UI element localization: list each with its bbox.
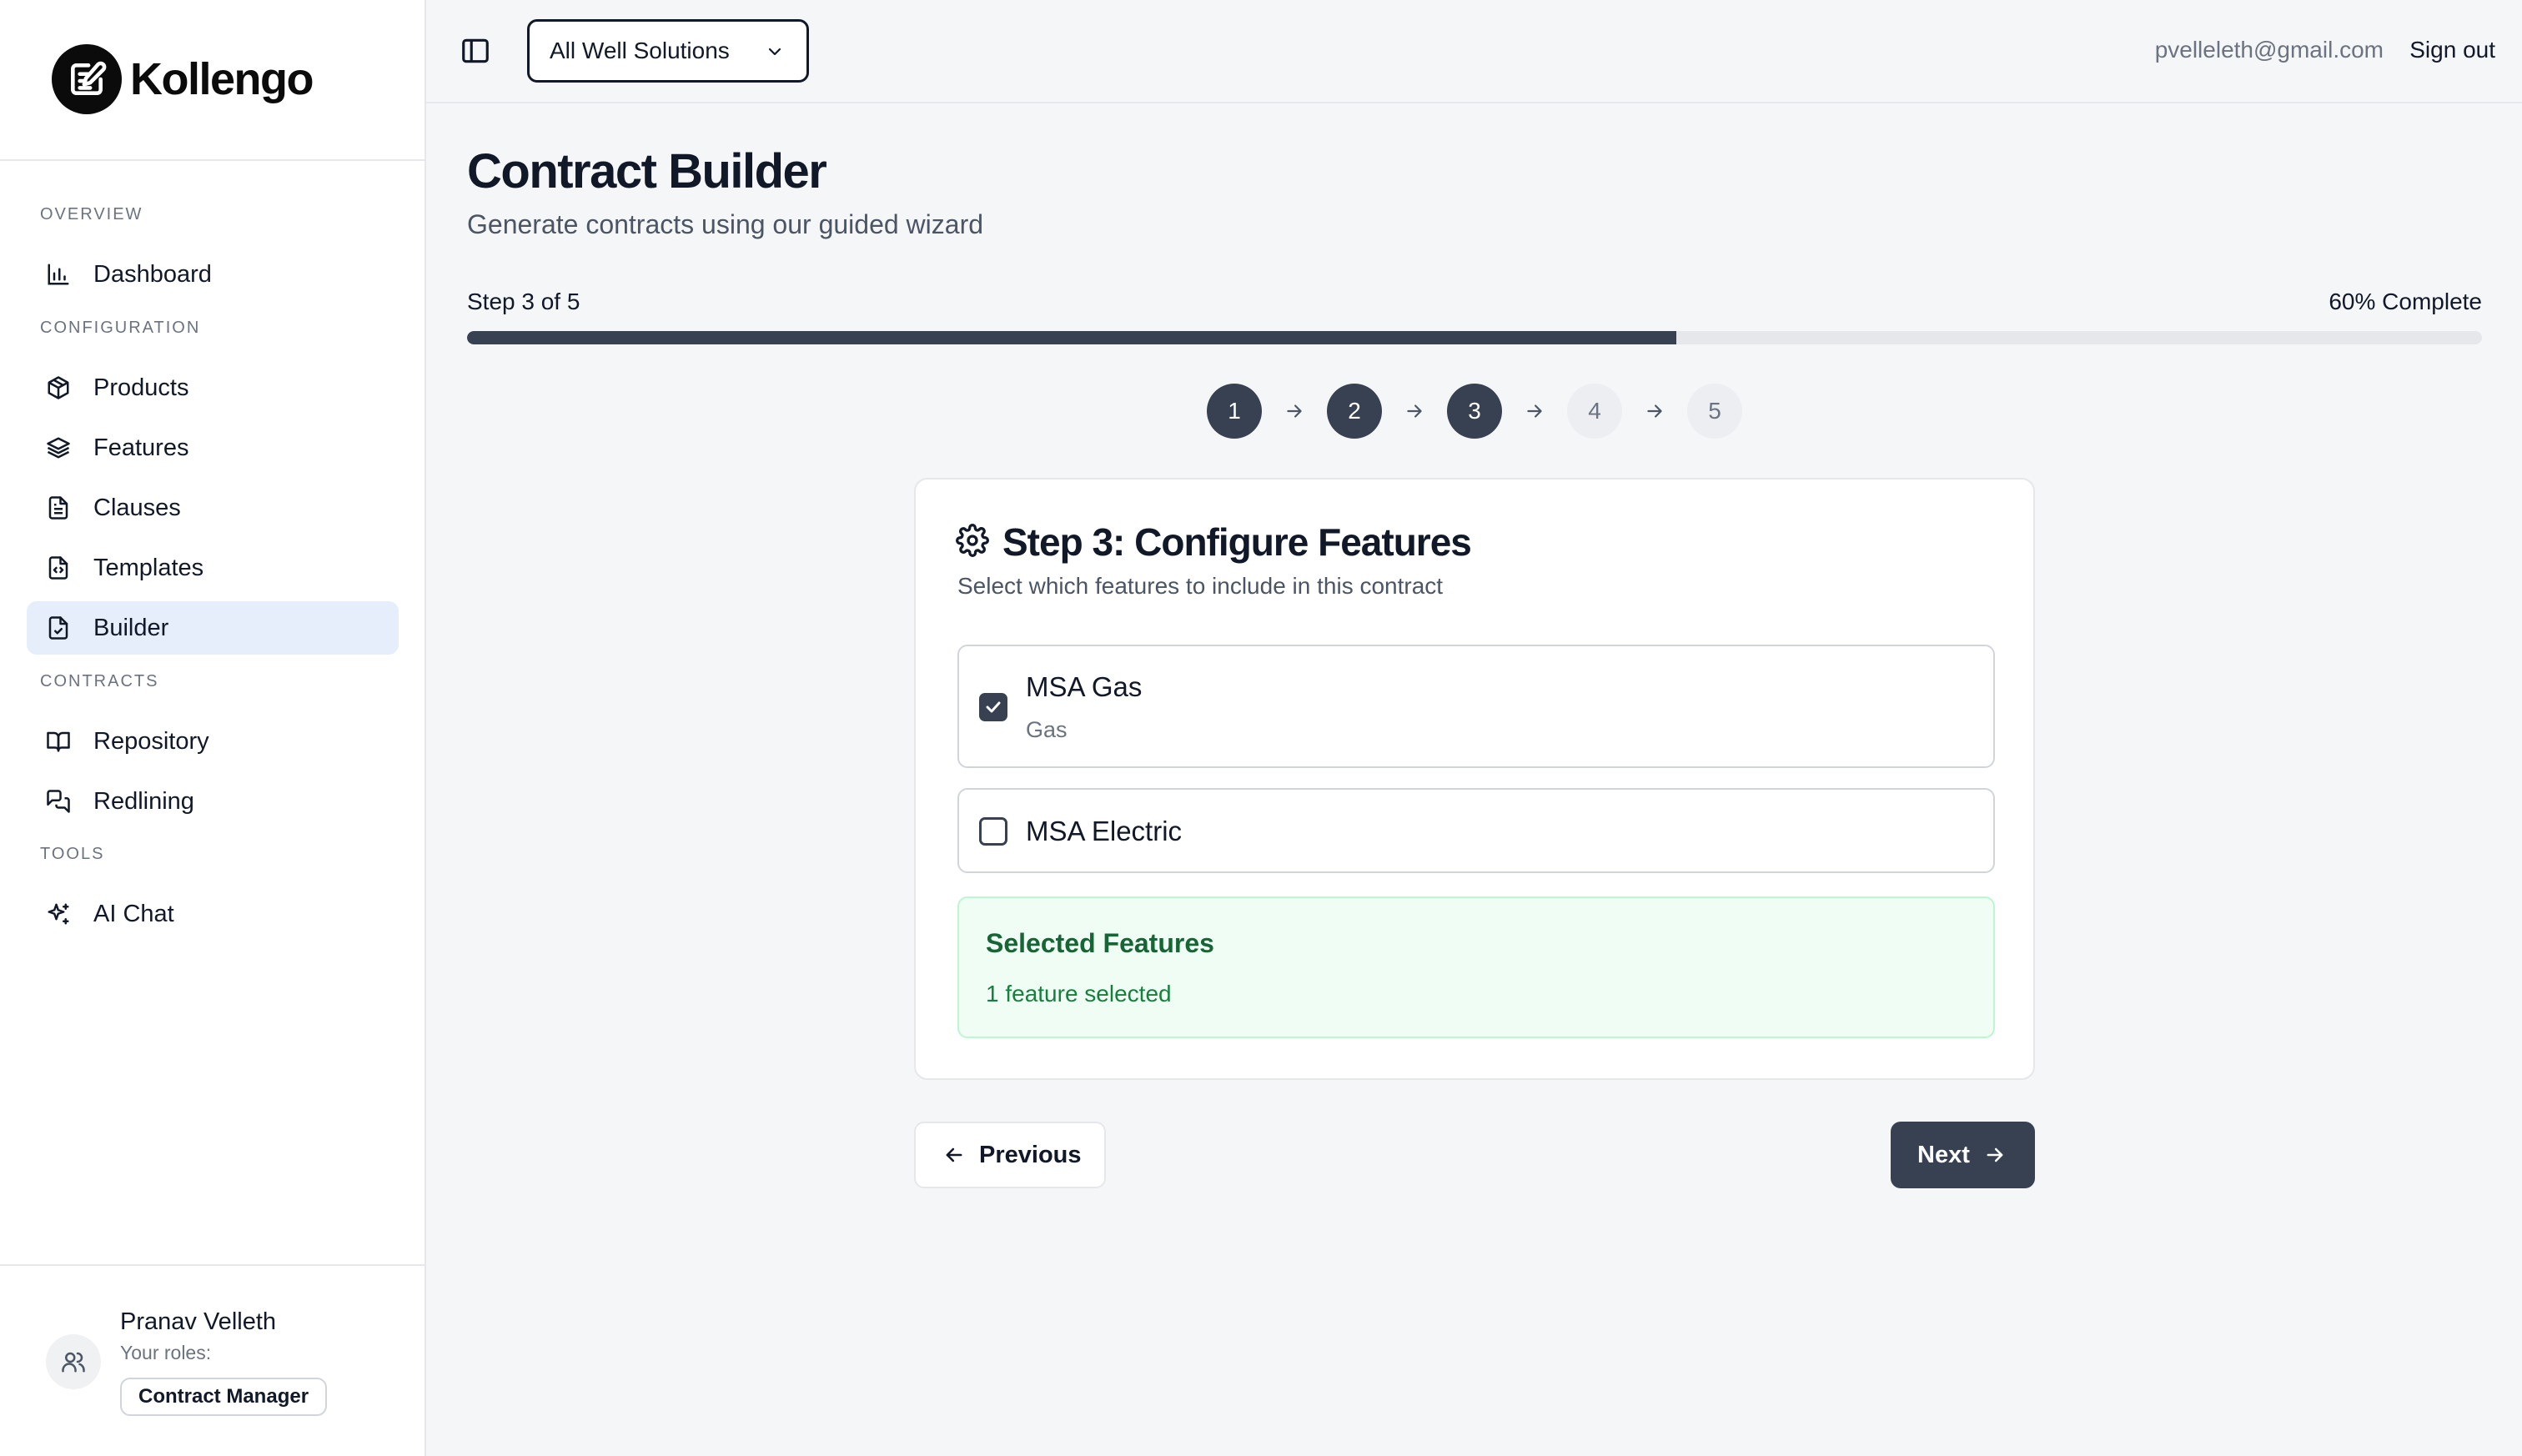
feature-type: Gas	[1026, 717, 1068, 742]
chevron-down-icon	[765, 42, 785, 66]
next-button[interactable]: Next	[1891, 1122, 2035, 1188]
selected-features-count: 1 feature selected	[986, 981, 1172, 1007]
step-1[interactable]: 1	[1207, 384, 1262, 439]
book-open-icon	[42, 725, 75, 758]
sidebar-item-ai-chat[interactable]: AI Chat	[27, 887, 399, 941]
layers-icon	[42, 431, 75, 464]
sidebar: Kollengo OVERVIEW Dashboard CONFIGURATIO…	[0, 0, 426, 1456]
bar-chart-icon	[42, 258, 75, 291]
sidebar-item-products[interactable]: Products	[27, 361, 399, 414]
sidebar-item-label: Dashboard	[93, 260, 212, 288]
arrow-right-icon	[1382, 384, 1447, 439]
nav-section-overview: OVERVIEW	[40, 205, 143, 223]
package-icon	[42, 371, 75, 404]
sidebar-item-label: Products	[93, 374, 189, 401]
organization-select[interactable]: All Well Solutions	[527, 19, 809, 83]
sidebar-item-dashboard[interactable]: Dashboard	[27, 248, 399, 301]
topbar: All Well Solutions pvelleleth@gmail.com …	[426, 0, 2522, 103]
messages-icon	[42, 785, 75, 818]
card-header: Step 3: Configure Features	[956, 520, 1472, 565]
sidebar-item-label: AI Chat	[93, 900, 174, 927]
sidebar-item-repository[interactable]: Repository	[27, 715, 399, 768]
previous-button-label: Previous	[979, 1141, 1082, 1168]
card-description: Select which features to include in this…	[957, 573, 1444, 599]
feature-name: MSA Electric	[1026, 816, 1183, 846]
sidebar-item-templates[interactable]: Templates	[27, 541, 399, 595]
brand-name: Kollengo	[130, 54, 314, 104]
feature-option-msa-electric[interactable]: MSA Electric	[957, 788, 1995, 873]
sparkles-icon	[42, 897, 75, 931]
users-icon	[62, 1352, 85, 1373]
organization-select-value: All Well Solutions	[550, 38, 730, 63]
sidebar-item-label: Features	[93, 434, 189, 461]
sidebar-item-label: Repository	[93, 727, 209, 755]
sidebar-item-label: Redlining	[93, 787, 194, 815]
divider	[0, 1264, 425, 1266]
brand-logo[interactable]: Kollengo	[52, 44, 314, 114]
stepper: 1 2 3 4 5	[1207, 384, 1742, 439]
sidebar-item-clauses[interactable]: Clauses	[27, 481, 399, 535]
sidebar-toggle-icon[interactable]	[460, 35, 491, 67]
progress-fill	[467, 331, 1676, 344]
card-title: Step 3: Configure Features	[1002, 520, 1472, 564]
sidebar-item-features[interactable]: Features	[27, 421, 399, 474]
sidebar-item-label: Templates	[93, 554, 204, 581]
step-5[interactable]: 5	[1687, 384, 1742, 439]
step-counter: Step 3 of 5	[467, 289, 580, 314]
arrow-right-icon	[1622, 384, 1687, 439]
user-roles-label: Your roles:	[120, 1342, 212, 1363]
avatar[interactable]	[46, 1334, 101, 1389]
sidebar-item-label: Clauses	[93, 494, 181, 521]
page-subtitle: Generate contracts using our guided wiza…	[467, 209, 984, 239]
gear-icon	[956, 523, 989, 561]
nav-section-contracts: CONTRACTS	[40, 672, 159, 690]
nav-section-tools: TOOLS	[40, 845, 105, 863]
file-check-icon	[42, 611, 75, 645]
progress-percent: 60% Complete	[2329, 289, 2482, 314]
sidebar-item-label: Builder	[93, 614, 169, 641]
sign-out-link[interactable]: Sign out	[2409, 37, 2495, 63]
file-code-icon	[42, 551, 75, 585]
page-title: Contract Builder	[467, 144, 827, 198]
feature-checkbox[interactable]	[979, 693, 1007, 721]
next-button-label: Next	[1917, 1141, 1970, 1168]
selected-features-summary: Selected Features 1 feature selected	[957, 896, 1995, 1038]
arrow-left-icon	[942, 1143, 966, 1167]
pen-note-icon	[52, 44, 122, 114]
divider	[0, 159, 425, 161]
configure-features-card: Step 3: Configure Features Select which …	[914, 478, 2035, 1080]
step-4[interactable]: 4	[1567, 384, 1622, 439]
arrow-right-icon	[1262, 384, 1327, 439]
feature-checkbox[interactable]	[979, 817, 1007, 846]
arrow-right-icon	[1983, 1143, 2007, 1167]
arrow-right-icon	[1502, 384, 1567, 439]
user-name: Pranav Velleth	[120, 1308, 277, 1335]
step-3[interactable]: 3	[1447, 384, 1502, 439]
document-icon	[42, 491, 75, 525]
nav-section-configuration: CONFIGURATION	[40, 319, 201, 337]
feature-option-msa-gas[interactable]: MSA Gas Gas	[957, 645, 1995, 768]
step-2[interactable]: 2	[1327, 384, 1382, 439]
user-email: pvelleleth@gmail.com	[2154, 37, 2384, 63]
progress-bar	[467, 331, 2482, 344]
previous-button[interactable]: Previous	[914, 1122, 1106, 1188]
feature-name: MSA Gas	[1026, 671, 1143, 702]
selected-features-title: Selected Features	[986, 928, 1214, 958]
check-icon	[986, 701, 1001, 713]
role-badge: Contract Manager	[120, 1378, 328, 1416]
sidebar-item-redlining[interactable]: Redlining	[27, 775, 399, 828]
sidebar-item-builder[interactable]: Builder	[27, 601, 399, 655]
